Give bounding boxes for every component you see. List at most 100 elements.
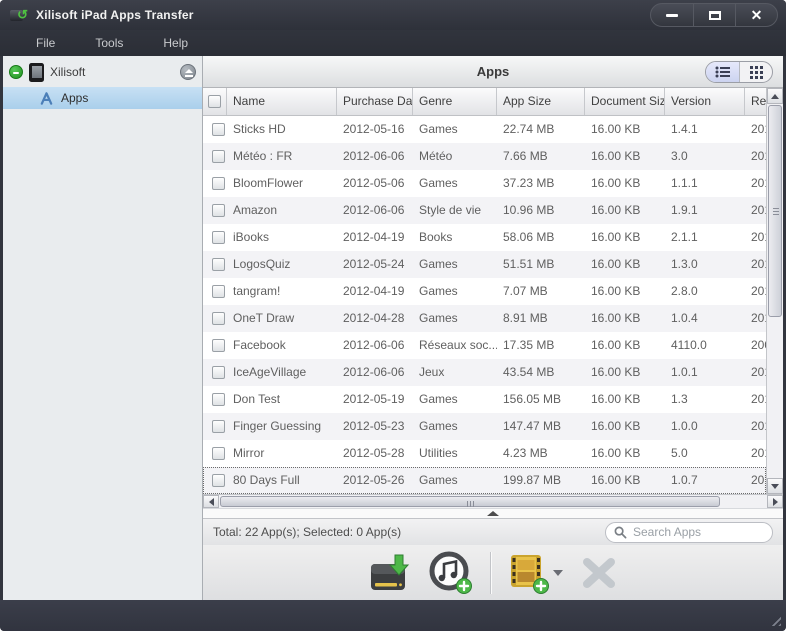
column-header-document-size[interactable]: Document Siz <box>585 88 665 115</box>
view-toggle <box>705 61 773 83</box>
toolbar <box>203 545 783 600</box>
row-checkbox[interactable] <box>212 204 225 217</box>
cell-purchase-date: 2012-05-16 <box>337 116 413 143</box>
cell-purchase-date: 2012-05-28 <box>337 440 413 467</box>
table-row[interactable]: IceAgeVillage 2012-06-06 Jeux 43.54 MB 1… <box>203 359 766 386</box>
cell-genre: Games <box>413 278 497 305</box>
eject-button[interactable] <box>180 64 196 80</box>
cell-purchase-date: 2012-05-24 <box>337 251 413 278</box>
cell-name: Mirror <box>227 440 337 467</box>
search-input[interactable] <box>633 525 764 539</box>
column-header-app-size[interactable]: App Size <box>497 88 585 115</box>
cell-purchase-date: 2012-05-19 <box>337 386 413 413</box>
sidebar: Xilisoft Apps <box>3 56 203 600</box>
table-row[interactable]: BloomFlower 2012-05-06 Games 37.23 MB 16… <box>203 170 766 197</box>
panel-splitter[interactable] <box>203 509 783 518</box>
cell-app-size: 199.87 MB <box>497 467 585 494</box>
resize-grip[interactable] <box>768 613 781 626</box>
table-row[interactable]: 80 Days Full 2012-05-26 Games 199.87 MB … <box>203 467 766 494</box>
scroll-left-button[interactable] <box>203 495 219 508</box>
scroll-down-button[interactable] <box>767 478 783 494</box>
cell-release-date: 201 <box>745 413 766 440</box>
cell-release-date: 201 <box>745 251 766 278</box>
menu-item-file[interactable]: File <box>18 32 73 54</box>
row-checkbox[interactable] <box>212 150 225 163</box>
column-header-genre[interactable]: Genre <box>413 88 497 115</box>
uninstall-icon <box>579 554 619 592</box>
row-checkbox[interactable] <box>212 312 225 325</box>
maximize-button[interactable] <box>693 4 735 26</box>
horizontal-scrollbar-track[interactable] <box>721 495 767 508</box>
row-checkbox[interactable] <box>212 231 225 244</box>
column-header-version[interactable]: Version <box>665 88 745 115</box>
row-checkbox[interactable] <box>212 258 225 271</box>
cell-app-size: 58.06 MB <box>497 224 585 251</box>
cell-purchase-date: 2012-05-06 <box>337 170 413 197</box>
sidebar-device-row[interactable]: Xilisoft <box>3 59 202 85</box>
cell-name: Don Test <box>227 386 337 413</box>
table-row[interactable]: Météo : FR 2012-06-06 Météo 7.66 MB 16.0… <box>203 143 766 170</box>
search-box[interactable] <box>605 522 773 543</box>
add-to-itunes-button[interactable] <box>428 551 474 595</box>
cell-version: 1.0.7 <box>665 467 745 494</box>
cell-version: 3.0 <box>665 143 745 170</box>
table-row[interactable]: iBooks 2012-04-19 Books 58.06 MB 16.00 K… <box>203 224 766 251</box>
menu-item-help[interactable]: Help <box>145 32 206 54</box>
horizontal-scrollbar[interactable] <box>203 494 783 509</box>
close-button[interactable]: ✕ <box>735 4 777 26</box>
copy-to-computer-button[interactable] <box>368 552 412 594</box>
column-header-purchase-date[interactable]: Purchase Dat <box>337 88 413 115</box>
cell-version: 1.3 <box>665 386 745 413</box>
table-row[interactable]: Don Test 2012-05-19 Games 156.05 MB 16.0… <box>203 386 766 413</box>
column-header-release-date[interactable]: Rele <box>745 88 766 115</box>
row-checkbox[interactable] <box>212 447 225 460</box>
row-checkbox[interactable] <box>212 366 225 379</box>
row-checkbox[interactable] <box>212 177 225 190</box>
grid-view-button[interactable] <box>739 62 772 82</box>
cell-purchase-date: 2012-04-19 <box>337 224 413 251</box>
table-row[interactable]: Amazon 2012-06-06 Style de vie 10.96 MB … <box>203 197 766 224</box>
cell-name: BloomFlower <box>227 170 337 197</box>
list-view-button[interactable] <box>706 62 739 82</box>
scroll-up-button[interactable] <box>767 88 783 104</box>
row-checkbox[interactable] <box>212 123 225 136</box>
menu-item-tools[interactable]: Tools <box>77 32 141 54</box>
horizontal-scrollbar-thumb[interactable] <box>220 496 720 507</box>
row-checkbox[interactable] <box>212 339 225 352</box>
install-app-icon <box>507 551 551 595</box>
table-row[interactable]: Sticks HD 2012-05-16 Games 22.74 MB 16.0… <box>203 116 766 143</box>
install-dropdown-icon[interactable] <box>553 570 563 576</box>
cell-document-size: 16.00 KB <box>585 467 665 494</box>
row-checkbox[interactable] <box>212 393 225 406</box>
vertical-scrollbar[interactable] <box>766 88 783 494</box>
cell-genre: Games <box>413 386 497 413</box>
select-all-checkbox[interactable] <box>208 95 221 108</box>
cell-name: Finger Guessing <box>227 413 337 440</box>
scroll-right-button[interactable] <box>767 495 783 508</box>
panel-header: Apps <box>203 56 783 88</box>
vertical-scrollbar-thumb[interactable] <box>768 105 782 317</box>
row-checkbox[interactable] <box>212 285 225 298</box>
table-row[interactable]: OneT Draw 2012-04-28 Games 8.91 MB 16.00… <box>203 305 766 332</box>
cell-release-date: 201 <box>745 170 766 197</box>
cell-document-size: 16.00 KB <box>585 332 665 359</box>
cell-name: Météo : FR <box>227 143 337 170</box>
table-row[interactable]: Facebook 2012-06-06 Réseaux soc... 17.35… <box>203 332 766 359</box>
column-header-name[interactable]: Name <box>227 88 337 115</box>
cell-release-date: 201 <box>745 440 766 467</box>
table-row[interactable]: Finger Guessing 2012-05-23 Games 147.47 … <box>203 413 766 440</box>
sidebar-item-apps[interactable]: Apps <box>3 87 202 109</box>
row-checkbox[interactable] <box>212 474 225 487</box>
install-app-button[interactable] <box>507 551 563 595</box>
cell-version: 5.0 <box>665 440 745 467</box>
cell-app-size: 43.54 MB <box>497 359 585 386</box>
row-checkbox[interactable] <box>212 420 225 433</box>
table-row[interactable]: Mirror 2012-05-28 Utilities 4.23 MB 16.0… <box>203 440 766 467</box>
table-row[interactable]: LogosQuiz 2012-05-24 Games 51.51 MB 16.0… <box>203 251 766 278</box>
collapse-icon[interactable] <box>9 65 23 79</box>
uninstall-button[interactable] <box>579 554 619 592</box>
table-row[interactable]: tangram! 2012-04-19 Games 7.07 MB 16.00 … <box>203 278 766 305</box>
vertical-scrollbar-track[interactable] <box>767 318 783 478</box>
minimize-button[interactable] <box>651 4 693 26</box>
cell-release-date: 201 <box>745 467 766 494</box>
